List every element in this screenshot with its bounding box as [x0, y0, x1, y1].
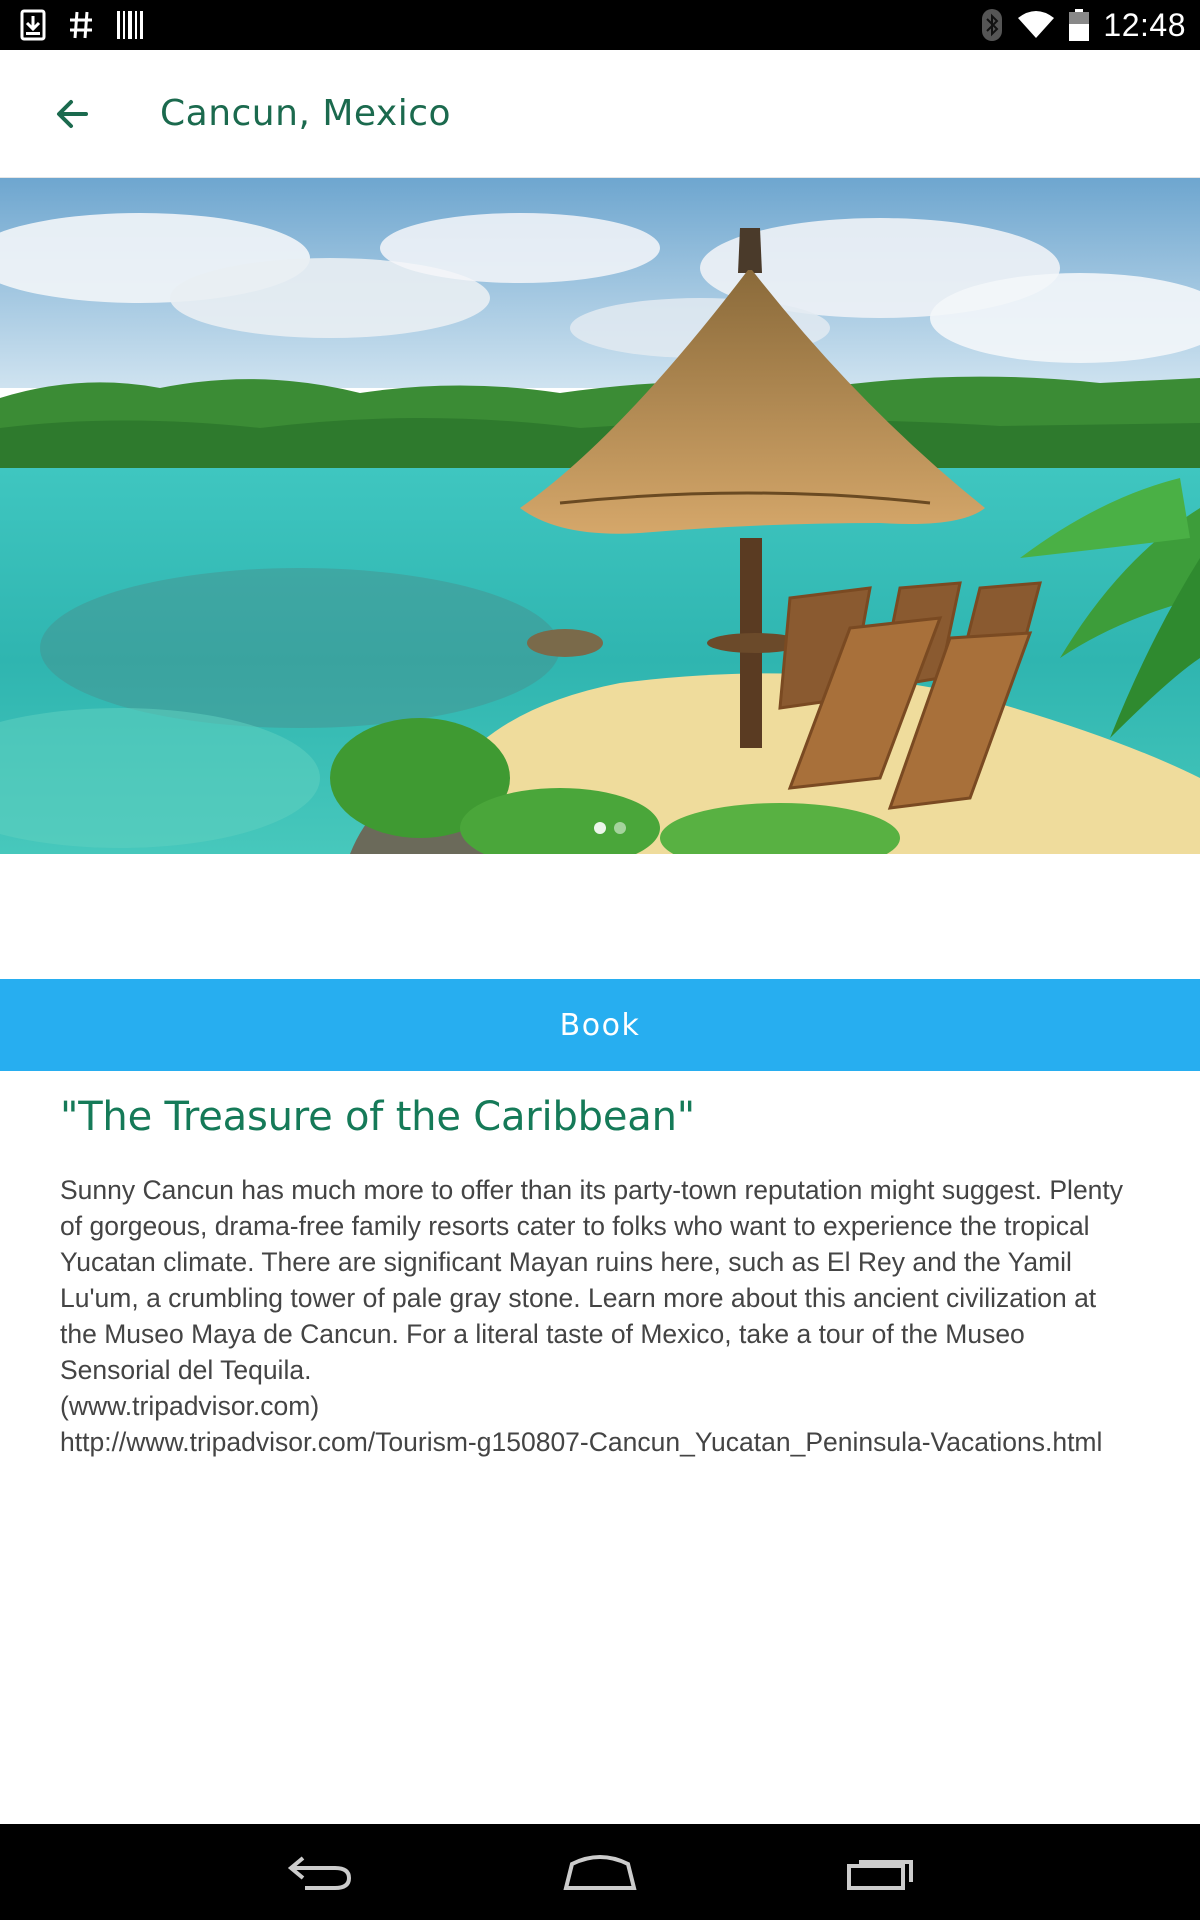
app-bar: Cancun, Mexico — [0, 50, 1200, 178]
arrow-back-icon — [57, 99, 88, 128]
headline: "The Treasure of the Caribbean" — [60, 1094, 695, 1140]
book-button[interactable]: Book — [0, 979, 1200, 1071]
status-time: 12:48 — [1103, 6, 1186, 43]
home-nav-icon — [563, 1855, 637, 1890]
download-icon — [20, 9, 46, 41]
hero-image[interactable] — [0, 178, 1200, 854]
beach-photo — [0, 178, 1200, 854]
wifi-icon — [1017, 10, 1055, 40]
nav-recents-button[interactable] — [835, 1842, 925, 1902]
description-body: Sunny Cancun has much more to offer than… — [60, 1172, 1140, 1460]
recents-nav-icon — [847, 1860, 913, 1890]
description-paragraph: Sunny Cancun has much more to offer than… — [60, 1175, 1124, 1385]
nav-bar — [0, 1824, 1200, 1920]
back-button[interactable] — [32, 74, 112, 154]
page-title: Cancun, Mexico — [160, 93, 452, 134]
source-short: (www.tripadvisor.com) — [60, 1391, 320, 1421]
barcode-icon — [116, 10, 144, 40]
status-bar-left — [20, 9, 144, 41]
nav-home-button[interactable] — [555, 1842, 645, 1902]
battery-icon — [1069, 9, 1090, 41]
status-bar: 12:48 — [0, 0, 1200, 50]
bluetooth-icon — [981, 8, 1003, 42]
back-nav-icon — [287, 1856, 352, 1890]
status-bar-right: 12:48 — [981, 7, 1186, 44]
screen: 12:48 Cancun, Mexico Book "The Treasure … — [0, 0, 1200, 1920]
source-url[interactable]: http://www.tripadvisor.com/Tourism-g1508… — [60, 1424, 1140, 1460]
hash-icon — [68, 9, 94, 41]
description-section: "The Treasure of the Caribbean" Sunny Ca… — [60, 1094, 1150, 1460]
nav-back-button[interactable] — [275, 1842, 365, 1902]
